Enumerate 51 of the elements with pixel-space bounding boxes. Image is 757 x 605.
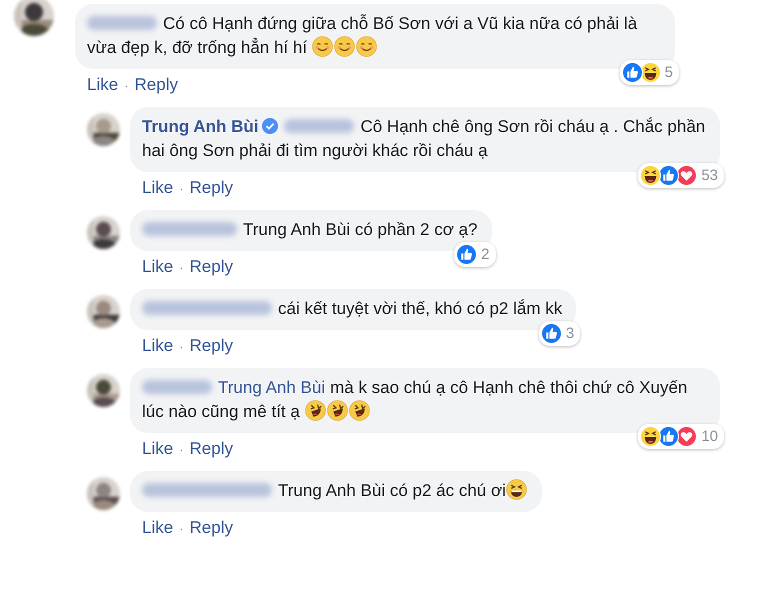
comment-text: cái kết tuyệt vời thế, khó có p2 lắm kk: [142, 297, 562, 321]
rolling-laughing-emoji-icon: [348, 400, 370, 421]
like-link[interactable]: Like: [142, 257, 174, 277]
author-name[interactable]: Trung Anh Bùi: [142, 117, 258, 136]
separator-dot: ·: [179, 520, 184, 536]
like-reaction-icon: [456, 244, 478, 265]
reply-link[interactable]: Reply: [134, 75, 178, 95]
comment-text: Trung Anh Bùi mà k sao chú ạ cô Hạnh chê thôi chứ cô Xuyến lúc nào cũng mê tít ạ: [142, 377, 688, 423]
like-reaction-icon: [622, 62, 643, 83]
blurred-name: [87, 16, 157, 30]
comment-text: Trung Anh Bùi có p2 ác chú ơi: [142, 479, 528, 503]
rolling-laughing-emoji-icon: [326, 400, 348, 421]
comment-text: Có cô Hạnh đứng giữa chỗ Bố Sơn với a Vũ kia nữa có phải là vừa đẹp k, đỡ trống hẳn hí hí: [87, 13, 638, 59]
like-link[interactable]: Like: [142, 518, 174, 538]
separator-dot: ·: [179, 442, 184, 456]
laughing-emoji-icon: [506, 479, 527, 500]
reply-link[interactable]: Reply: [190, 178, 233, 198]
reply-link[interactable]: Reply: [190, 257, 233, 277]
haha-reaction-icon: [640, 62, 661, 83]
blurred-name: [142, 380, 212, 394]
like-reaction-icon: [658, 426, 680, 447]
reply-link[interactable]: Reply: [190, 439, 233, 459]
haha-reaction-icon: [640, 426, 662, 447]
blurred-name: [284, 119, 354, 133]
reaction-count: 5: [664, 64, 673, 81]
reaction-count: 2: [481, 246, 490, 263]
separator-dot: ·: [179, 180, 184, 196]
like-reaction-icon: [658, 165, 680, 186]
like-link[interactable]: Like: [142, 336, 174, 356]
love-reaction-icon: [676, 165, 698, 186]
separator-dot: ·: [179, 260, 184, 274]
haha-reaction-icon: [640, 165, 662, 186]
reaction-count: 10: [701, 428, 718, 445]
smiling-emoji-icon: [334, 36, 355, 57]
comment-text: Trung Anh Bùi Cô Hạnh chê ông Sơn rồi cháu ạ . Chắc phần hai ông Sơn phải đi tìm người khác rồi cháu ạ: [142, 116, 706, 162]
reaction-count: 3: [566, 325, 574, 342]
rolling-laughing-emoji-icon: [304, 400, 326, 421]
smiling-emoji-icon: [312, 36, 333, 57]
reply-link[interactable]: Reply: [190, 336, 233, 356]
separator-dot: ·: [124, 78, 129, 92]
love-reaction-icon: [676, 426, 698, 447]
like-link[interactable]: Like: [142, 439, 174, 459]
like-link[interactable]: Like: [142, 178, 174, 198]
separator-dot: ·: [179, 338, 184, 354]
mention-link[interactable]: Trung Anh Bùi: [218, 378, 326, 397]
reaction-count: 53: [701, 167, 718, 184]
comment-text: Trung Anh Bùi có phần 2 cơ ạ?: [142, 218, 478, 242]
reply-link[interactable]: Reply: [190, 518, 233, 538]
smiling-emoji-icon: [356, 36, 377, 57]
like-reaction-icon: [540, 323, 562, 344]
like-link[interactable]: Like: [87, 75, 118, 95]
